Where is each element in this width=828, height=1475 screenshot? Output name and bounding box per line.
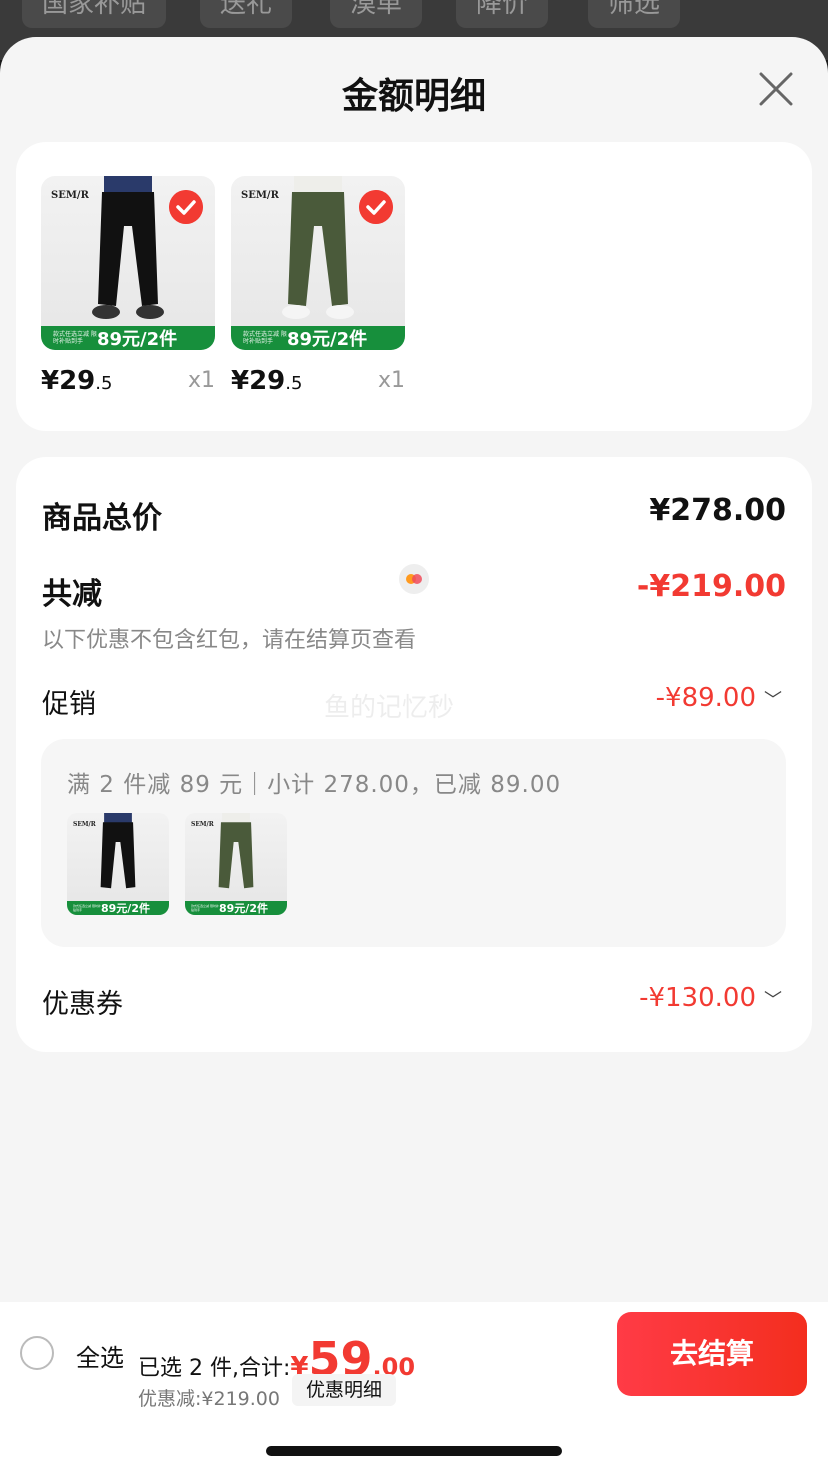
promo-detail-box: 满 2 件减 89 元｜小计 278.00，已减 89.00 SEM/R 款式任…: [41, 739, 786, 947]
promo-label: 促销: [42, 689, 96, 720]
promo-value[interactable]: -¥89.00 ﹀: [656, 683, 782, 713]
reduce-label: 共减: [42, 577, 102, 612]
discount-detail-button[interactable]: 优惠明细: [292, 1374, 397, 1406]
item-quantity: x1: [377, 368, 405, 393]
total-value: ¥278.00: [649, 493, 786, 528]
item-quantity: x1: [187, 368, 215, 393]
chevron-down-icon: ﹀: [764, 990, 782, 1011]
coupon-value[interactable]: -¥130.00 ﹀: [639, 983, 782, 1013]
coupon-label: 优惠券: [42, 989, 123, 1020]
filter-chip: 筛选: [588, 0, 681, 28]
pants-image: [92, 176, 164, 319]
pants-image: [100, 813, 136, 889]
floating-ball-icon: [399, 564, 429, 594]
select-all-label[interactable]: 全选: [76, 1338, 124, 1373]
reduce-hint: 以下优惠不包含红包，请在结算页查看: [42, 628, 417, 653]
promo-item-thumb: SEM/R 款式任选立减 限时补贴到手 89元/2件: [67, 813, 169, 915]
item-price: ¥29.5: [231, 366, 303, 396]
pants-image: [282, 176, 354, 319]
checked-icon[interactable]: [359, 190, 393, 224]
filter-chip: 送礼: [200, 0, 293, 28]
filter-chip: 降价: [456, 0, 549, 28]
watermark: 鱼的记忆秒: [324, 693, 455, 723]
promo-banner: 款式任选立减 限时补贴到手 89元/2件: [231, 326, 405, 350]
price-breakdown-card: 商品总价 ¥278.00 共减 -¥219.00 以下优惠不包含红包，请在结算页…: [16, 457, 812, 1052]
selected-items-card: SEM/R 款式任选立减 限时补贴到手 89元/2件 ¥29.5 x1 SEM/…: [16, 142, 812, 431]
chevron-down-icon: ﹀: [764, 690, 782, 711]
item-price: ¥29.5: [41, 366, 113, 396]
reduce-value: -¥219.00: [636, 569, 786, 604]
home-indicator: [266, 1446, 562, 1456]
pants-image: [218, 813, 254, 889]
close-icon[interactable]: [758, 71, 794, 107]
select-all-radio[interactable]: [20, 1336, 54, 1370]
sheet-title: 金额明细: [341, 76, 486, 117]
total-label: 商品总价: [42, 501, 162, 536]
product-image: SEM/R 款式任选立减 限时补贴到手 89元/2件: [41, 176, 215, 350]
checked-icon[interactable]: [169, 190, 203, 224]
promo-banner: 款式任选立减 限时补贴到手 89元/2件: [41, 326, 215, 350]
promo-item-thumb: SEM/R 款式任选立减 限时补贴到手 89元/2件: [185, 813, 287, 915]
product-item[interactable]: SEM/R 款式任选立减 限时补贴到手 89元/2件 ¥29.5 x1: [231, 176, 405, 400]
amount-detail-sheet: 金额明细 SEM/R 款式任选立减 限时补贴到手 89元/2件 ¥29.5 x1…: [0, 37, 828, 1475]
product-image: SEM/R 款式任选立减 限时补贴到手 89元/2件: [231, 176, 405, 350]
saved-amount: 优惠减:¥219.00: [138, 1388, 280, 1410]
brand-logo: SEM/R: [51, 190, 89, 201]
brand-logo: SEM/R: [241, 190, 279, 201]
filter-chip: 漠单: [330, 0, 423, 28]
checkout-button[interactable]: 去结算: [617, 1312, 807, 1396]
promo-detail-text: 满 2 件减 89 元｜小计 278.00，已减 89.00: [67, 772, 562, 798]
product-item[interactable]: SEM/R 款式任选立减 限时补贴到手 89元/2件 ¥29.5 x1: [41, 176, 215, 400]
filter-chip: 国家补贴: [22, 0, 167, 28]
